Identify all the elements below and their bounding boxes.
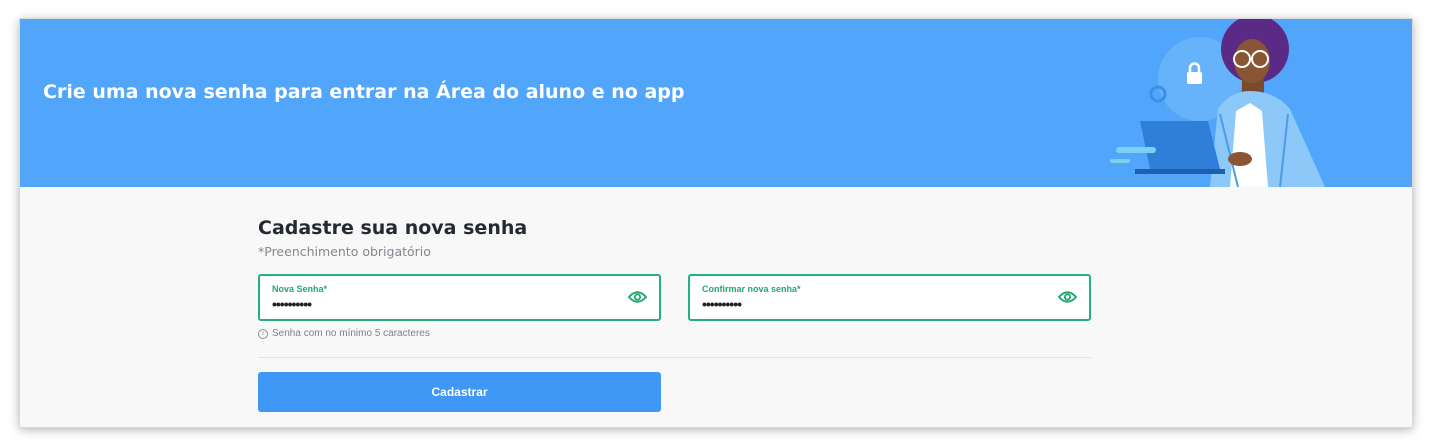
confirm-password-input[interactable]: •••••••••• <box>702 296 742 312</box>
confirm-password-label: Confirmar nova senha* <box>702 284 801 294</box>
new-password-field[interactable]: Nova Senha* •••••••••• <box>258 274 661 321</box>
form-title: Cadastre sua nova senha <box>258 217 528 239</box>
submit-button[interactable]: Cadastrar <box>258 372 661 412</box>
password-hint: i Senha com no mínimo 5 caracteres <box>258 328 430 339</box>
new-password-input[interactable]: •••••••••• <box>272 296 312 312</box>
confirm-password-field[interactable]: Confirmar nova senha* •••••••••• <box>688 274 1091 321</box>
required-note: *Preenchimento obrigatório <box>258 244 431 259</box>
eye-icon[interactable] <box>1058 290 1077 304</box>
eye-icon[interactable] <box>628 290 647 304</box>
banner-title: Crie uma nova senha para entrar na Área … <box>43 81 685 103</box>
header-banner: Crie uma nova senha para entrar na Área … <box>20 19 1412 187</box>
divider <box>258 357 1091 358</box>
student-illustration <box>1110 19 1325 187</box>
page-window: Crie uma nova senha para entrar na Área … <box>20 19 1412 427</box>
new-password-label: Nova Senha* <box>272 284 328 294</box>
password-hint-text: Senha com no mínimo 5 caracteres <box>272 328 430 339</box>
info-icon: i <box>258 328 268 339</box>
